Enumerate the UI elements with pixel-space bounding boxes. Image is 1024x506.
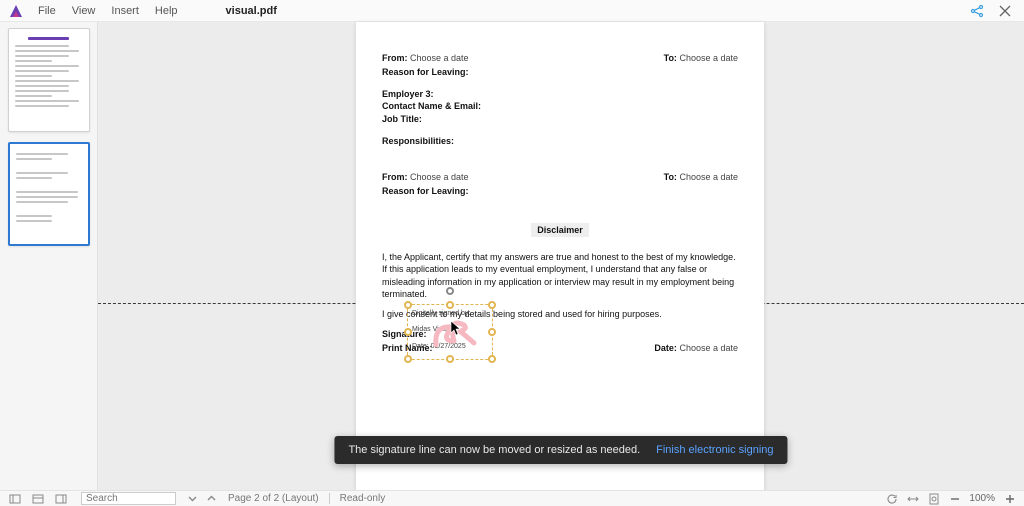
signature-flourish-icon [430,311,480,351]
readonly-indicator: Read-only [329,493,386,504]
resize-handle-ne[interactable] [488,301,496,309]
document-title: visual.pdf [226,5,277,17]
resize-handle-s[interactable] [446,355,454,363]
menu-insert[interactable]: Insert [103,2,147,20]
close-icon[interactable] [996,2,1014,20]
document-canvas[interactable]: From: Choose a date To: Choose a date Re… [98,22,1024,490]
resize-handle-w[interactable] [404,328,412,336]
status-bar: Page 2 of 2 (Layout) Read-only 100% [0,490,1024,506]
responsibilities-label: Responsibilities: [382,136,454,146]
search-box[interactable] [81,492,176,505]
share-icon[interactable] [968,2,986,20]
search-input[interactable] [81,492,176,505]
page-up-icon[interactable] [205,492,218,505]
signature-body[interactable]: Digitally signed by: Midas Vipia Date: 0… [408,305,492,359]
resize-handle-e[interactable] [488,328,496,336]
reason-label-2: Reason for Leaving: [382,186,469,196]
resize-handle-se[interactable] [488,355,496,363]
thumbnail-page-1[interactable] [8,28,90,132]
certify-paragraph: I, the Applicant, certify that my answer… [382,251,738,300]
menu-file[interactable]: File [30,2,64,20]
panel-toggle-1-icon[interactable] [8,492,21,505]
from-value[interactable]: Choose a date [410,53,469,63]
menu-view[interactable]: View [64,2,104,20]
resize-handle-sw[interactable] [404,355,412,363]
from-label: From: [382,53,408,63]
signature-object[interactable]: Digitally signed by: Midas Vipia Date: 0… [408,305,492,359]
date-label: Date: [654,343,677,353]
notification-toast: The signature line can now be moved or r… [334,436,787,464]
zoom-level: 100% [969,493,995,504]
to-label: To: [664,53,677,63]
page-2: From: Choose a date To: Choose a date Re… [356,22,764,494]
rotate-handle[interactable] [446,287,454,295]
contact-label: Contact Name & Email: [382,100,738,112]
disclaimer-heading: Disclaimer [531,223,589,237]
reason-label-1: Reason for Leaving: [382,67,469,77]
panel-toggle-2-icon[interactable] [31,492,44,505]
fit-page-icon[interactable] [927,492,940,505]
thumbnail-panel [0,22,98,490]
toast-message: The signature line can now be moved or r… [348,444,640,456]
thumbnail-page-2[interactable] [8,142,90,246]
panel-toggle-3-icon[interactable] [54,492,67,505]
finish-signing-link[interactable]: Finish electronic signing [656,444,773,456]
to-value[interactable]: Choose a date [679,53,738,63]
to-label-2: To: [664,172,677,182]
resize-handle-nw[interactable] [404,301,412,309]
menu-help[interactable]: Help [147,2,186,20]
zoom-out-icon[interactable] [948,492,961,505]
date-value[interactable]: Choose a date [679,343,738,353]
refresh-icon[interactable] [885,492,898,505]
resize-handle-n[interactable] [446,301,454,309]
zoom-in-icon[interactable] [1003,492,1016,505]
app-logo [6,1,26,21]
top-menubar: File View Insert Help visual.pdf [0,0,1024,22]
employer3-label: Employer 3: [382,88,738,100]
page-down-icon[interactable] [186,492,199,505]
from-label-2: From: [382,172,408,182]
fit-width-icon[interactable] [906,492,919,505]
from-value-2[interactable]: Choose a date [410,172,469,182]
menu-strip: File View Insert Help [30,2,186,20]
to-value-2[interactable]: Choose a date [679,172,738,182]
page-indicator: Page 2 of 2 (Layout) [228,493,319,504]
jobtitle-label: Job Title: [382,113,738,125]
